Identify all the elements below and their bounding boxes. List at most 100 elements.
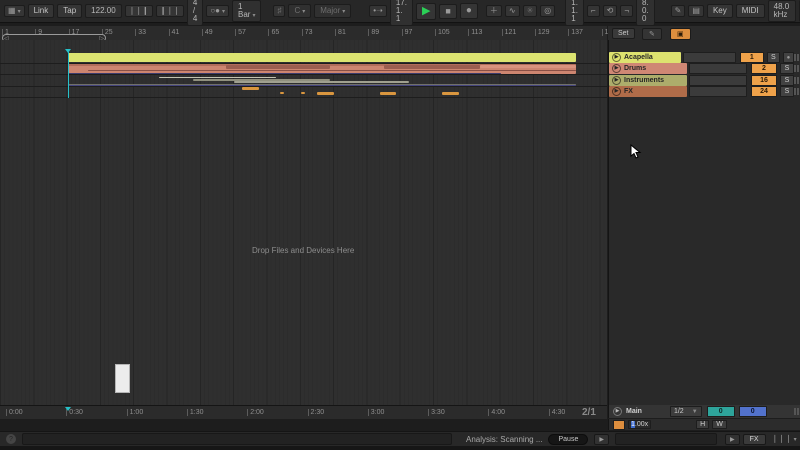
draw-mode-icon[interactable]: ✎ [670,5,686,17]
back-to-arrangement-button[interactable]: ▣ [670,28,691,40]
solo-button[interactable]: S [780,74,794,86]
main-output-routing[interactable]: 1/2 ▼ [669,406,702,417]
device-selector-dropdown[interactable]: ▦ ▾ [4,5,25,17]
arrangement-clip[interactable] [279,91,285,94]
metronome-dropdown-icon[interactable]: ▾ [222,9,225,15]
record-button[interactable]: ● [459,3,478,19]
arrangement-clip[interactable] [317,91,335,95]
arrangement-clip[interactable] [225,65,330,70]
tempo-value[interactable]: 122.00 [85,4,122,18]
follow-button[interactable]: •➝ [369,5,387,17]
midi-overdub-icon[interactable]: ＋ [485,5,502,17]
optimize-width-button[interactable]: W [712,420,727,429]
arrangement-position[interactable]: 17. 1. 1 [389,0,413,26]
track-name-block[interactable]: ▶ Acapella [609,52,681,63]
track-lane[interactable] [0,86,607,98]
arrangement-clip-area[interactable]: Drop Files and Devices Here [0,40,607,405]
arrangement-clip[interactable] [479,65,576,69]
optimize-height-button[interactable]: H [696,420,710,429]
track-lane[interactable] [0,52,607,64]
clip-speed-icon[interactable] [613,419,625,430]
stop-button[interactable]: ■ [439,3,457,19]
arrangement-clip[interactable] [379,91,397,95]
info-icon[interactable]: ? [6,434,16,444]
track-name-label: Acapella [624,54,653,61]
track-activator[interactable]: 2 [751,63,777,75]
bar-number-label: 33 [135,29,146,36]
arrangement-clip[interactable] [234,80,409,83]
tempo-follow-row: 1.00x H W [608,419,800,430]
punch-out-icon[interactable]: ¬ [620,5,633,17]
solo-button[interactable]: S [766,52,780,63]
fx-button[interactable]: FX [742,433,766,445]
track-lane[interactable] [0,75,607,87]
session-record-icon[interactable]: ◎ [540,5,556,17]
group-fold-icon[interactable]: ▶ [612,64,621,74]
track-name-label: Instruments [624,76,665,84]
track-name-block[interactable]: ▶ Instruments [609,74,687,86]
loop-switch-icon[interactable]: ⟲ [602,5,618,17]
key-scale-menu[interactable]: Major ▾ [314,4,352,18]
main-volume-value[interactable]: 0 [738,406,767,417]
arrangement-clip[interactable] [67,53,576,62]
track-name-block[interactable]: ▶ Drums [609,63,687,75]
track-name-label: Drums [624,65,647,73]
track-header-row[interactable]: ▶ Drums 2 S [609,63,800,75]
output-meter-icon[interactable]: ❘❘❘ ▾ [769,434,800,444]
arrangement-clip[interactable] [242,86,260,90]
track-header-row[interactable]: ▶ FX 24 S [609,85,800,97]
group-fold-icon[interactable]: ▶ [612,75,621,85]
main-track-header[interactable]: ▶ Main 1/2 ▼ 0 0 [608,405,800,418]
track-output-meter [794,86,799,97]
key-map-button[interactable]: Key [706,4,733,18]
nudge-down-icon[interactable]: ❘❘❙ [124,5,153,17]
automation-mode-button[interactable]: ✎ [642,28,662,40]
nudge-up-icon[interactable]: ❙❘❘ [155,5,184,17]
capture-midi-icon[interactable]: ✳ [522,5,538,17]
automation-arm-icon[interactable]: ∿ [504,5,520,17]
track-name-block[interactable]: ▶ FX [609,85,687,97]
group-fold-icon[interactable]: ▶ [612,86,621,96]
arm-button[interactable]: ● [782,52,794,63]
scale-icon[interactable]: ♯ [273,5,286,17]
time-label: 1:00 [127,409,144,416]
pause-button[interactable]: Pause [548,433,589,445]
midi-map-button[interactable]: MIDI [735,4,765,18]
insert-marker [67,52,69,98]
arrangement-clip[interactable] [300,91,305,94]
beat-time-ruler[interactable]: 1917253341495765738189971051131211291371… [0,26,616,42]
arrangement-clip[interactable] [442,91,459,95]
track-header-row[interactable]: ▶ Acapella 1 S ● [609,52,800,63]
loop-length[interactable]: 8. 0. 0 [636,0,655,26]
link-button[interactable]: Link [27,4,55,18]
play-button[interactable]: ▶ [415,2,437,20]
playback-speed-value[interactable]: 1.00x [628,420,652,429]
key-root-menu[interactable]: C ▾ [288,4,312,18]
track-activator[interactable]: 1 [739,52,764,63]
main-fold-icon[interactable]: ▶ [613,407,622,416]
time-label: 2:30 [308,409,325,416]
track-meter [682,52,736,63]
main-pan-value[interactable]: 0 [706,406,735,417]
tap-tempo-button[interactable]: Tap [57,4,83,18]
arrangement-clip[interactable] [384,65,480,70]
group-fold-icon[interactable]: ▶ [612,53,621,62]
quantize-menu[interactable]: 1 Bar ▾ [232,0,262,22]
punch-in-icon[interactable]: ⌐ [586,5,600,17]
time-ruler[interactable]: 0:00 0:30 1:00 1:30 2:00 2:30 3:00 3:30 4:00 4:30… [0,405,607,419]
loop-start[interactable]: 1. 1. 1 [565,0,584,26]
play-queue-icon[interactable]: ▶ [724,433,740,445]
computer-midi-keyboard-icon[interactable]: ▤ [688,5,704,17]
solo-button[interactable]: S [780,63,794,75]
resume-icon-button[interactable]: ▶ [594,433,609,445]
time-signature[interactable]: 4 / 4 [186,0,204,26]
set-loop-button[interactable]: Set [612,28,635,39]
track-header-row[interactable]: ▶ Instruments 16 S [609,74,800,86]
arrangement-clip[interactable] [159,76,276,78]
track-activator[interactable]: 16 [751,74,777,86]
track-activator[interactable]: 24 [751,85,777,97]
secondary-status-field [614,433,717,445]
metronome-button[interactable]: ○● ▾ [206,5,229,17]
track-lane[interactable] [0,63,607,76]
solo-button[interactable]: S [780,85,794,97]
